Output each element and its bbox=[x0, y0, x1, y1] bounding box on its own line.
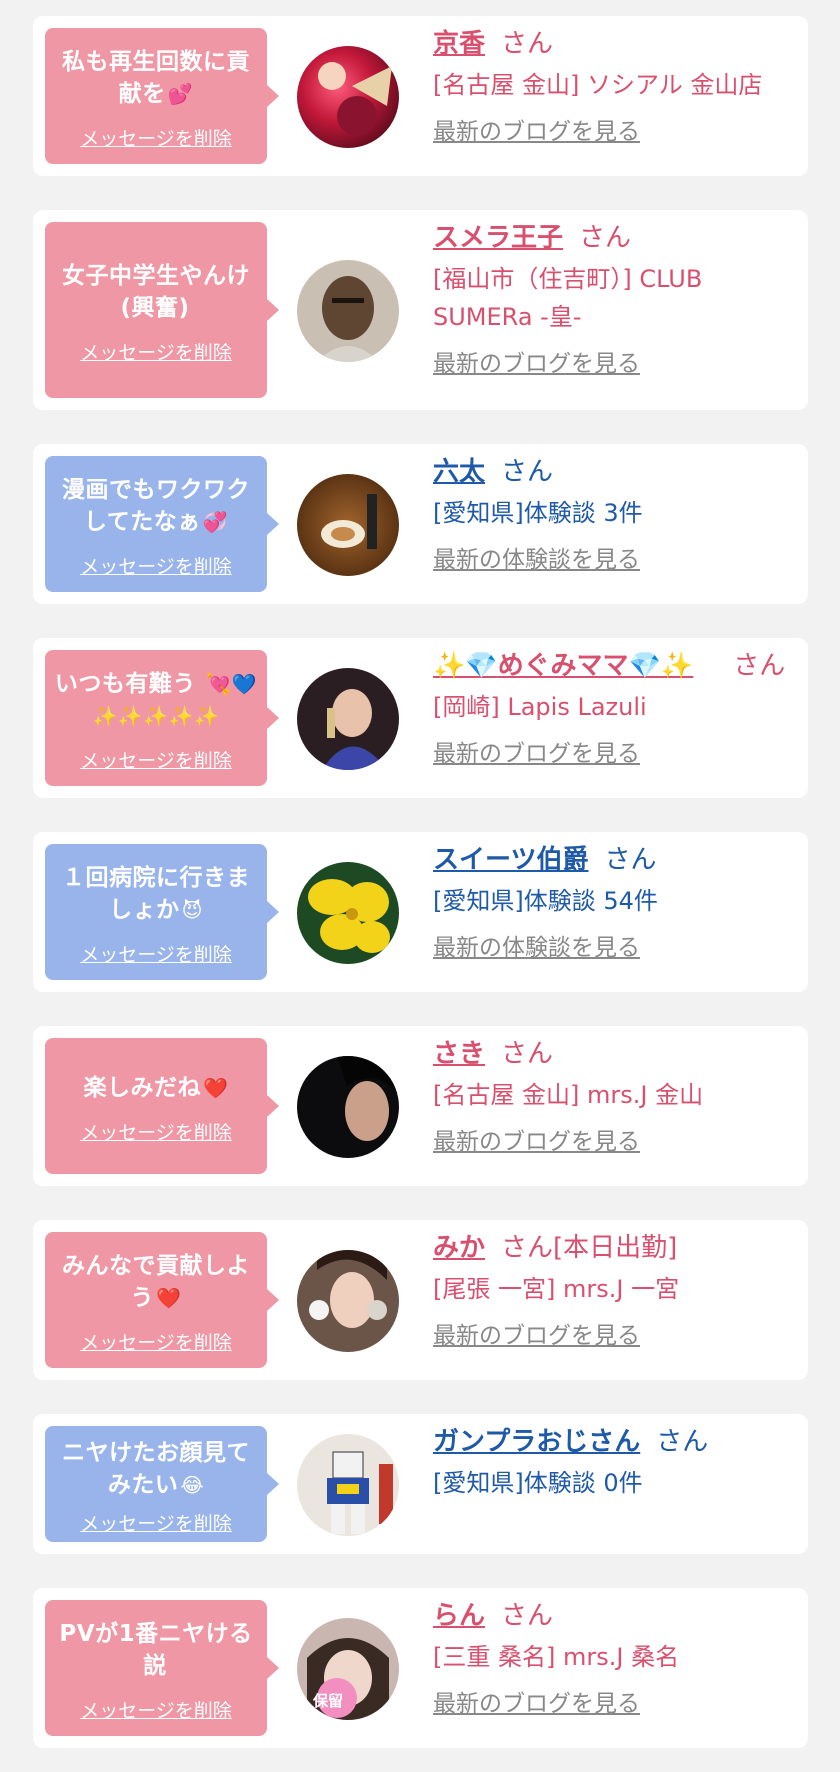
shop-name: [愛知県]体験談 54件 bbox=[433, 887, 658, 915]
delete-message-link[interactable]: メッセージを削除 bbox=[80, 1118, 232, 1145]
avatar[interactable] bbox=[297, 260, 399, 362]
avatar[interactable] bbox=[297, 668, 399, 770]
message-text: 楽しみだね ❤️ bbox=[83, 1074, 229, 1101]
shop-name: [三重 桑名] mrs.J 桑名 bbox=[433, 1643, 680, 1671]
honorific: さん bbox=[733, 651, 786, 681]
user-info: みか さん[本日出勤] [尾張 一宮] mrs.J 一宮 最新のブログを見る bbox=[433, 1230, 796, 1350]
shop-name: [名古屋 金山] ソシアル 金山店 bbox=[433, 71, 763, 99]
latest-blog-link[interactable]: 最新のブログを見る bbox=[433, 112, 640, 146]
user-info: スイーツ伯爵 さん [愛知県]体験談 54件 最新の体験談を見る bbox=[433, 842, 796, 962]
user-name-link[interactable]: みか bbox=[433, 1233, 485, 1263]
honorific: さん bbox=[501, 1039, 554, 1069]
message-card: いつも有難う 💘💙✨✨✨✨✨ メッセージを削除 ✨💎めぐみママ💎✨ さん [岡崎]… bbox=[33, 638, 808, 798]
honorific: さん bbox=[604, 845, 657, 875]
message-card: 楽しみだね ❤️ メッセージを削除 さき さん [名古屋 金山] mrs.J 金山 … bbox=[33, 1026, 808, 1186]
user-name-link[interactable]: スメラ王子 bbox=[433, 223, 563, 253]
message-bubble: 楽しみだね ❤️ メッセージを削除 bbox=[45, 1038, 279, 1174]
message-card: 女子中学生やんけ(興奮) メッセージを削除 スメラ王子 さん [福山市（住吉町）]… bbox=[33, 210, 808, 410]
message-text: 女子中学生やんけ(興奮) bbox=[62, 262, 250, 321]
shop-name: [愛知県]体験談 0件 bbox=[433, 1469, 643, 1497]
shop-name: [愛知県]体験談 3件 bbox=[433, 499, 643, 527]
user-name-link[interactable]: らん bbox=[433, 1601, 485, 1631]
avatar[interactable] bbox=[297, 1434, 399, 1536]
delete-message-link[interactable]: メッセージを削除 bbox=[80, 124, 232, 151]
user-name-link[interactable]: スイーツ伯爵 bbox=[433, 845, 588, 875]
honorific: さん bbox=[501, 1601, 554, 1631]
user-info: スメラ王子 さん [福山市（住吉町）] CLUB SUMERa -皇- 最新のブロ… bbox=[433, 220, 796, 378]
shop-name: [名古屋 金山] mrs.J 金山 bbox=[433, 1081, 704, 1109]
delete-message-link[interactable]: メッセージを削除 bbox=[80, 552, 232, 579]
message-bubble: 漫画でもワクワクしてたなぁ 💞 メッセージを削除 bbox=[45, 456, 279, 592]
message-text: 漫画でもワクワクしてたなぁ 💞 bbox=[62, 476, 250, 535]
message-bubble: 女子中学生やんけ(興奮) メッセージを削除 bbox=[45, 222, 279, 398]
user-info: ✨💎めぐみママ💎✨ さん [岡崎] Lapis Lazuli 最新のブログを見る bbox=[433, 648, 796, 768]
honorific: さん bbox=[501, 29, 554, 59]
latest-blog-link[interactable]: 最新のブログを見る bbox=[433, 344, 640, 378]
user-name-link[interactable]: さき bbox=[433, 1039, 485, 1069]
avatar-stamp: 保留 bbox=[313, 1692, 344, 1710]
delete-message-link[interactable]: メッセージを削除 bbox=[80, 1509, 232, 1536]
message-card: 漫画でもワクワクしてたなぁ 💞 メッセージを削除 六太 さん [愛知県]体験談 3件… bbox=[33, 444, 808, 604]
honorific: さん[本日出勤] bbox=[501, 1233, 678, 1263]
message-text: ニヤけたお顔見てみたい 😂 bbox=[62, 1439, 250, 1498]
user-info: ガンプラおじさん さん [愛知県]体験談 0件 bbox=[433, 1424, 796, 1502]
message-card: PVが1番ニヤける説 メッセージを削除 保留 らん さん [三重 桑名] mrs.… bbox=[33, 1588, 808, 1748]
honorific: さん bbox=[501, 457, 554, 487]
latest-experience-link[interactable]: 最新の体験談を見る bbox=[433, 540, 640, 574]
shop-name: [福山市（住吉町）] CLUB SUMERa -皇- bbox=[433, 265, 703, 331]
user-name-link[interactable]: 六太 bbox=[433, 457, 485, 487]
message-text: PVが1番ニヤける説 bbox=[59, 1620, 253, 1679]
delete-message-link[interactable]: メッセージを削除 bbox=[80, 746, 232, 773]
delete-message-link[interactable]: メッセージを削除 bbox=[80, 940, 232, 967]
user-info: 六太 さん [愛知県]体験談 3件 最新の体験談を見る bbox=[433, 454, 796, 574]
avatar[interactable] bbox=[297, 862, 399, 964]
avatar[interactable] bbox=[297, 1056, 399, 1158]
honorific: さん bbox=[656, 1427, 709, 1457]
shop-name: [尾張 一宮] mrs.J 一宮 bbox=[433, 1275, 680, 1303]
message-text: いつも有難う 💘💙✨✨✨✨✨ bbox=[54, 670, 258, 728]
latest-experience-link[interactable]: 最新の体験談を見る bbox=[433, 928, 640, 962]
latest-blog-link[interactable]: 最新のブログを見る bbox=[433, 734, 640, 768]
avatar[interactable] bbox=[297, 1250, 399, 1352]
delete-message-link[interactable]: メッセージを削除 bbox=[80, 1328, 232, 1355]
shop-name: [岡崎] Lapis Lazuli bbox=[433, 693, 647, 721]
message-card: 私も再生回数に貢献を 💕 メッセージを削除 京香 さん [名古屋 金山] ソシアル … bbox=[33, 16, 808, 176]
avatar[interactable] bbox=[297, 46, 399, 148]
message-text: みんなで貢献しよう ❤️ bbox=[62, 1252, 250, 1311]
message-card: ニヤけたお顔見てみたい 😂 メッセージを削除 ガンプラおじさん さん [愛知県]体験… bbox=[33, 1414, 808, 1554]
user-info: らん さん [三重 桑名] mrs.J 桑名 最新のブログを見る bbox=[433, 1598, 796, 1718]
honorific: さん bbox=[579, 223, 632, 253]
message-bubble: いつも有難う 💘💙✨✨✨✨✨ メッセージを削除 bbox=[45, 650, 279, 786]
user-info: 京香 さん [名古屋 金山] ソシアル 金山店 最新のブログを見る bbox=[433, 26, 796, 146]
user-name-link[interactable]: ガンプラおじさん bbox=[433, 1427, 640, 1457]
message-bubble: 私も再生回数に貢献を 💕 メッセージを削除 bbox=[45, 28, 279, 164]
avatar[interactable] bbox=[297, 474, 399, 576]
user-name-link[interactable]: ✨💎めぐみママ💎✨ bbox=[433, 651, 693, 681]
message-bubble: PVが1番ニヤける説 メッセージを削除 bbox=[45, 1600, 279, 1736]
delete-message-link[interactable]: メッセージを削除 bbox=[80, 1696, 232, 1723]
message-text: 私も再生回数に貢献を 💕 bbox=[62, 48, 250, 107]
message-bubble: ニヤけたお顔見てみたい 😂 メッセージを削除 bbox=[45, 1426, 279, 1542]
user-info: さき さん [名古屋 金山] mrs.J 金山 最新のブログを見る bbox=[433, 1036, 796, 1156]
message-card: みんなで貢献しよう ❤️ メッセージを削除 みか さん[本日出勤] [尾張 一宮] … bbox=[33, 1220, 808, 1380]
user-name-link[interactable]: 京香 bbox=[433, 29, 485, 59]
latest-blog-link[interactable]: 最新のブログを見る bbox=[433, 1316, 640, 1350]
message-bubble: みんなで貢献しよう ❤️ メッセージを削除 bbox=[45, 1232, 279, 1368]
message-card: １回病院に行きましょか 😈 メッセージを削除 スイーツ伯爵 さん [愛知県]体験談 … bbox=[33, 832, 808, 992]
avatar[interactable]: 保留 bbox=[297, 1618, 399, 1720]
latest-blog-link[interactable]: 最新のブログを見る bbox=[433, 1122, 640, 1156]
message-bubble: １回病院に行きましょか 😈 メッセージを削除 bbox=[45, 844, 279, 980]
message-text: １回病院に行きましょか 😈 bbox=[62, 864, 250, 923]
latest-blog-link[interactable]: 最新のブログを見る bbox=[433, 1684, 640, 1718]
delete-message-link[interactable]: メッセージを削除 bbox=[80, 338, 232, 365]
